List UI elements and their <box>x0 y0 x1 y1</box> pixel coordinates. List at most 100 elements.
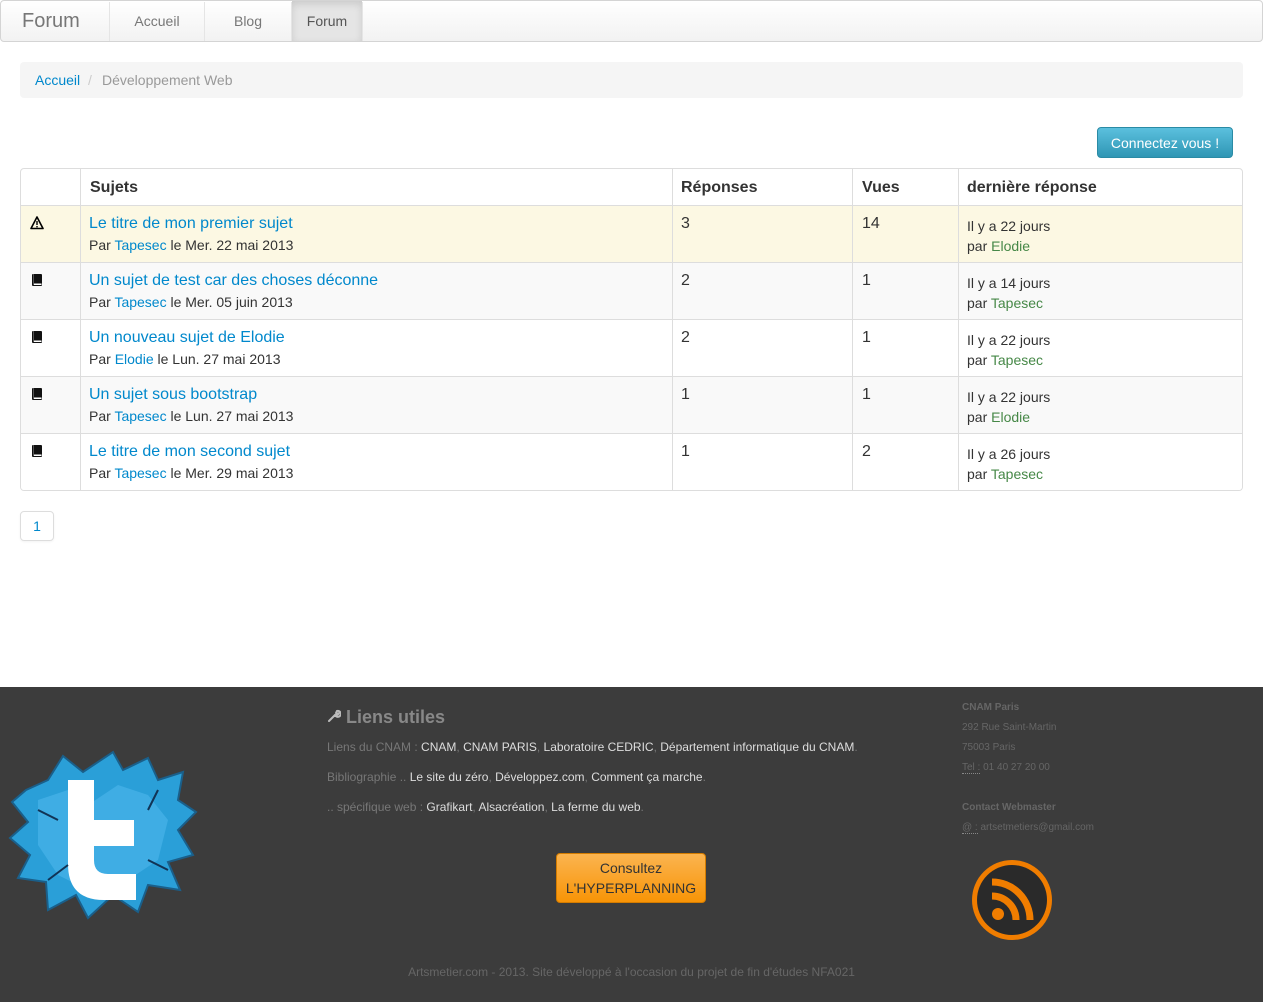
cnam-links-prefix: Liens du CNAM : <box>327 740 418 754</box>
last-reply-user-link[interactable]: Elodie <box>991 409 1030 425</box>
last-reply: Il y a 26 jours par Tapesec <box>967 444 1050 484</box>
link-comment-ca-marche[interactable]: Comment ça marche <box>591 770 702 784</box>
link-grafikart[interactable]: Grafikart <box>426 800 472 814</box>
column-divider <box>80 169 81 490</box>
topic-author-link[interactable]: Tapesec <box>114 408 166 424</box>
breadcrumb: Accueil / Développement Web <box>20 62 1243 98</box>
book-icon <box>30 330 46 346</box>
column-header-subjects: Sujets <box>90 179 139 196</box>
biblio-links-prefix: Bibliographie .. <box>327 770 407 784</box>
book-icon <box>30 387 46 403</box>
last-reply-time: Il y a 22 jours <box>967 332 1051 348</box>
last-reply-time: Il y a 26 jours <box>967 446 1051 462</box>
nav-item-forum[interactable]: Forum <box>292 1 362 41</box>
by-label: Par <box>89 465 111 481</box>
warning-icon <box>30 216 46 232</box>
replies-count: 1 <box>681 443 690 460</box>
topic-title-link[interactable]: Un sujet de test car des choses déconne <box>89 272 378 290</box>
contact-city: 75003 Paris <box>962 742 1016 753</box>
breadcrumb-home-link[interactable]: Accueil <box>35 72 80 88</box>
topic-date: le Lun. 27 mai 2013 <box>170 408 294 424</box>
last-reply: Il y a 22 jours par Tapesec <box>967 330 1050 370</box>
last-reply: Il y a 22 jours par Elodie <box>967 216 1050 256</box>
breadcrumb-divider: / <box>88 72 92 88</box>
topic-date: le Mer. 29 mai 2013 <box>170 465 294 481</box>
topic-date: le Mer. 05 juin 2013 <box>170 294 293 310</box>
views-count: 1 <box>862 272 871 289</box>
web-links-line: .. spécifique web : Grafikart, Alsacréat… <box>327 800 644 814</box>
wrench-icon <box>327 709 342 726</box>
by-label: par <box>967 466 988 482</box>
brand-link[interactable]: Forum <box>22 10 80 33</box>
replies-count: 2 <box>681 272 690 289</box>
link-site-du-zero[interactable]: Le site du zéro <box>410 770 489 784</box>
last-reply-user-link[interactable]: Tapesec <box>991 295 1043 311</box>
table-row: Un sujet de test car des choses déconne … <box>21 262 1242 319</box>
replies-count: 1 <box>681 386 690 403</box>
topic-author-link[interactable]: Elodie <box>115 351 154 367</box>
table-row: Un sujet sous bootstrap Par Tapesec le L… <box>21 376 1242 433</box>
last-reply-time: Il y a 22 jours <box>967 389 1051 405</box>
last-reply: Il y a 22 jours par Elodie <box>967 387 1050 427</box>
topic-author-link[interactable]: Tapesec <box>114 465 166 481</box>
last-reply-user-link[interactable]: Tapesec <box>991 466 1043 482</box>
webmaster-title: Contact Webmaster <box>962 802 1056 813</box>
contact-phone: Tel : 01 40 27 20 00 <box>962 762 1050 774</box>
by-label: par <box>967 295 988 311</box>
nav-item-blog[interactable]: Blog <box>205 1 291 41</box>
by-label: Par <box>89 237 111 253</box>
webmaster-email: @ : artsetmetiers@gmail.com <box>962 822 1095 834</box>
topics-table: Sujets Réponses Vues dernière réponse Le… <box>20 168 1243 491</box>
pagination-page-1[interactable]: 1 <box>20 511 54 541</box>
hyperplanning-button[interactable]: Consultez L'HYPERPLANNING <box>556 853 706 903</box>
hyperplanning-button-line1: Consultez <box>599 860 663 876</box>
link-la-ferme-du-web[interactable]: La ferme du web <box>551 800 640 814</box>
topic-author-link[interactable]: Tapesec <box>114 294 166 310</box>
topic-title-link[interactable]: Le titre de mon second sujet <box>89 443 290 461</box>
table-row: Un nouveau sujet de Elodie Par Elodie le… <box>21 319 1242 376</box>
biblio-links-line: Bibliographie .. Le site du zéro, Dévelo… <box>327 770 706 784</box>
copyright-text: Artsmetier.com - 2013. Site développé à … <box>408 965 855 979</box>
phone-label: Tel : <box>962 762 981 774</box>
topic-meta: Par Tapesec le Mer. 05 juin 2013 <box>89 294 293 310</box>
top-navbar: Forum Accueil Blog Forum <box>0 0 1263 42</box>
contact-org: CNAM Paris <box>962 702 1020 713</box>
column-divider <box>958 169 959 490</box>
link-departement-informatique[interactable]: Département informatique du CNAM <box>660 740 854 754</box>
views-count: 1 <box>862 386 871 403</box>
topic-date: le Lun. 27 mai 2013 <box>157 351 281 367</box>
views-count: 2 <box>862 443 871 460</box>
rss-icon[interactable] <box>970 858 1054 945</box>
last-reply-user-link[interactable]: Elodie <box>991 238 1030 254</box>
cnam-links-line: Liens du CNAM : CNAM, CNAM PARIS, Labora… <box>327 740 858 754</box>
topic-date: le Mer. 22 mai 2013 <box>170 237 294 253</box>
link-cnam-paris[interactable]: CNAM PARIS <box>463 740 537 754</box>
link-alsacreation[interactable]: Alsacréation <box>478 800 544 814</box>
topic-title-link[interactable]: Le titre de mon premier sujet <box>89 215 293 233</box>
topic-title-link[interactable]: Un sujet sous bootstrap <box>89 386 257 404</box>
nav-item-accueil[interactable]: Accueil <box>110 1 204 41</box>
link-developpez[interactable]: Développez.com <box>495 770 584 784</box>
link-cnam[interactable]: CNAM <box>421 740 456 754</box>
phone-number: 01 40 27 20 00 <box>983 762 1050 773</box>
link-laboratoire-cedric[interactable]: Laboratoire CEDRIC <box>544 740 654 754</box>
column-divider <box>672 169 673 490</box>
breadcrumb-current: Développement Web <box>102 72 233 88</box>
topic-author-link[interactable]: Tapesec <box>114 237 166 253</box>
topic-title-link[interactable]: Un nouveau sujet de Elodie <box>89 329 285 347</box>
by-label: Par <box>89 351 111 367</box>
column-header-views: Vues <box>862 179 900 196</box>
login-button[interactable]: Connectez vous ! <box>1097 127 1233 158</box>
last-reply-user-link[interactable]: Tapesec <box>991 352 1043 368</box>
replies-count: 2 <box>681 329 690 346</box>
hyperplanning-button-line2: L'HYPERPLANNING <box>565 880 697 896</box>
email-label: @ : <box>962 822 978 834</box>
nav-divider <box>362 2 363 41</box>
table-row: Le titre de mon premier sujet Par Tapese… <box>21 205 1242 262</box>
column-header-last-reply: dernière réponse <box>967 179 1097 196</box>
by-label: Par <box>89 294 111 310</box>
book-icon <box>30 444 46 460</box>
webmaster-email-link[interactable]: artsetmetiers@gmail.com <box>981 822 1095 833</box>
twitter-icon[interactable] <box>8 750 198 923</box>
last-reply-time: Il y a 14 jours <box>967 275 1051 291</box>
